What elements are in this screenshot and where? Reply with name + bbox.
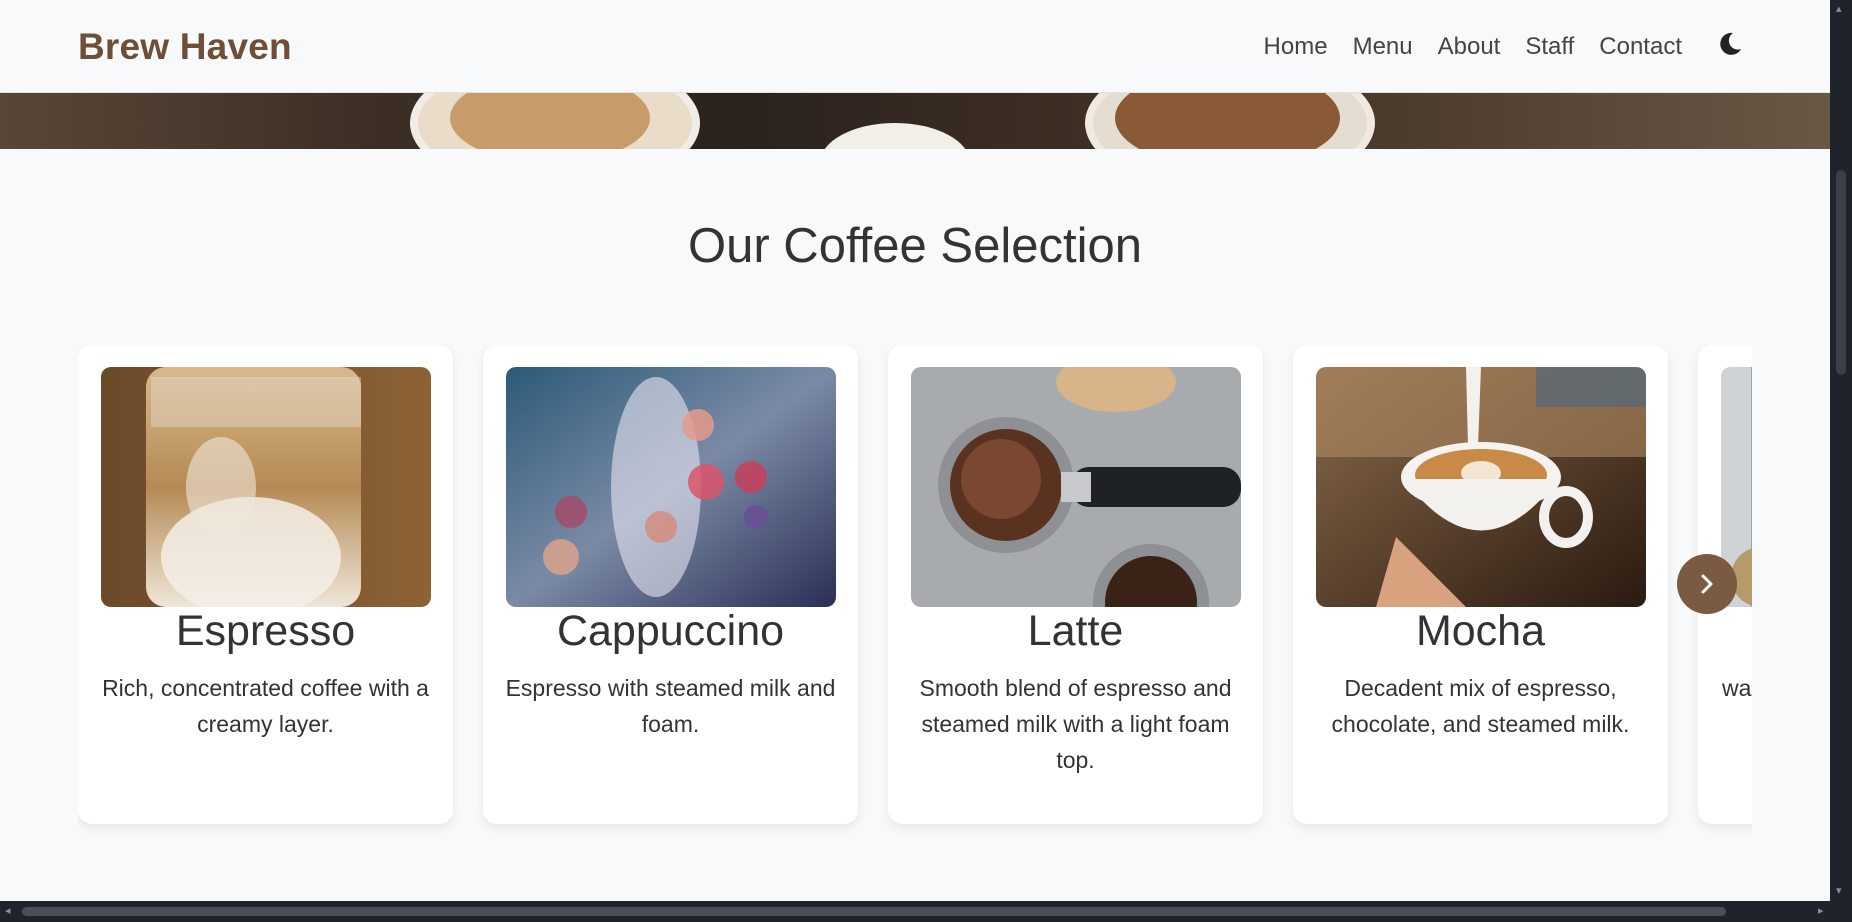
horizontal-scrollbar-thumb[interactable]	[22, 907, 1726, 916]
site-header: Brew Haven Home Menu About Staff Contact	[0, 0, 1830, 93]
nav-about[interactable]: About	[1438, 33, 1501, 61]
espresso-image	[101, 367, 431, 607]
card-description: Espresso with steamed milk and foam.	[505, 675, 836, 737]
card-description: Smooth blend of espresso and steamed mil…	[919, 675, 1232, 773]
card-description: Decadent mix of espresso, chocolate, and…	[1331, 675, 1630, 737]
chevron-right-icon	[1701, 574, 1713, 594]
card-title: Cappuccino	[556, 607, 785, 655]
nav-home[interactable]: Home	[1264, 33, 1328, 61]
hero-image	[0, 93, 1830, 149]
coffee-card-cappuccino[interactable]: Cappuccino Espresso with steamed milk an…	[483, 345, 858, 824]
card-description: wa	[1722, 675, 1752, 701]
card-title: Mocha	[1415, 607, 1546, 655]
scroll-up-arrow-icon[interactable]: ▴	[1836, 2, 1842, 15]
scroll-left-arrow-icon[interactable]: ◂	[5, 904, 11, 917]
latte-image	[911, 367, 1241, 607]
main-nav: Home Menu About Staff Contact	[1264, 33, 1682, 61]
moon-icon[interactable]	[1716, 30, 1744, 58]
coffee-card-espresso[interactable]: Espresso Rich, concentrated coffee with …	[78, 345, 453, 824]
card-title: Espresso	[175, 607, 356, 655]
vertical-scrollbar[interactable]	[1830, 0, 1852, 922]
card-description: Rich, concentrated coffee with a creamy …	[102, 675, 429, 737]
mocha-image	[1316, 367, 1646, 607]
nav-menu[interactable]: Menu	[1353, 33, 1413, 61]
scroll-down-arrow-icon[interactable]: ▾	[1836, 884, 1842, 897]
nav-staff[interactable]: Staff	[1525, 33, 1574, 61]
coffee-card-latte[interactable]: Latte Smooth blend of espresso and steam…	[888, 345, 1263, 824]
coffee-card-mocha[interactable]: Mocha Decadent mix of espresso, chocolat…	[1293, 345, 1668, 824]
carousel-next-button[interactable]	[1677, 554, 1737, 614]
scroll-right-arrow-icon[interactable]: ▸	[1818, 904, 1824, 917]
cappuccino-image	[506, 367, 836, 607]
section-title: Our Coffee Selection	[688, 219, 1142, 273]
nav-contact[interactable]: Contact	[1599, 33, 1682, 61]
vertical-scrollbar-thumb[interactable]	[1836, 170, 1846, 375]
brand-logo[interactable]: Brew Haven	[78, 26, 292, 68]
coffee-carousel: Espresso Rich, concentrated coffee with …	[78, 345, 1752, 835]
card-title: Latte	[1027, 607, 1124, 655]
